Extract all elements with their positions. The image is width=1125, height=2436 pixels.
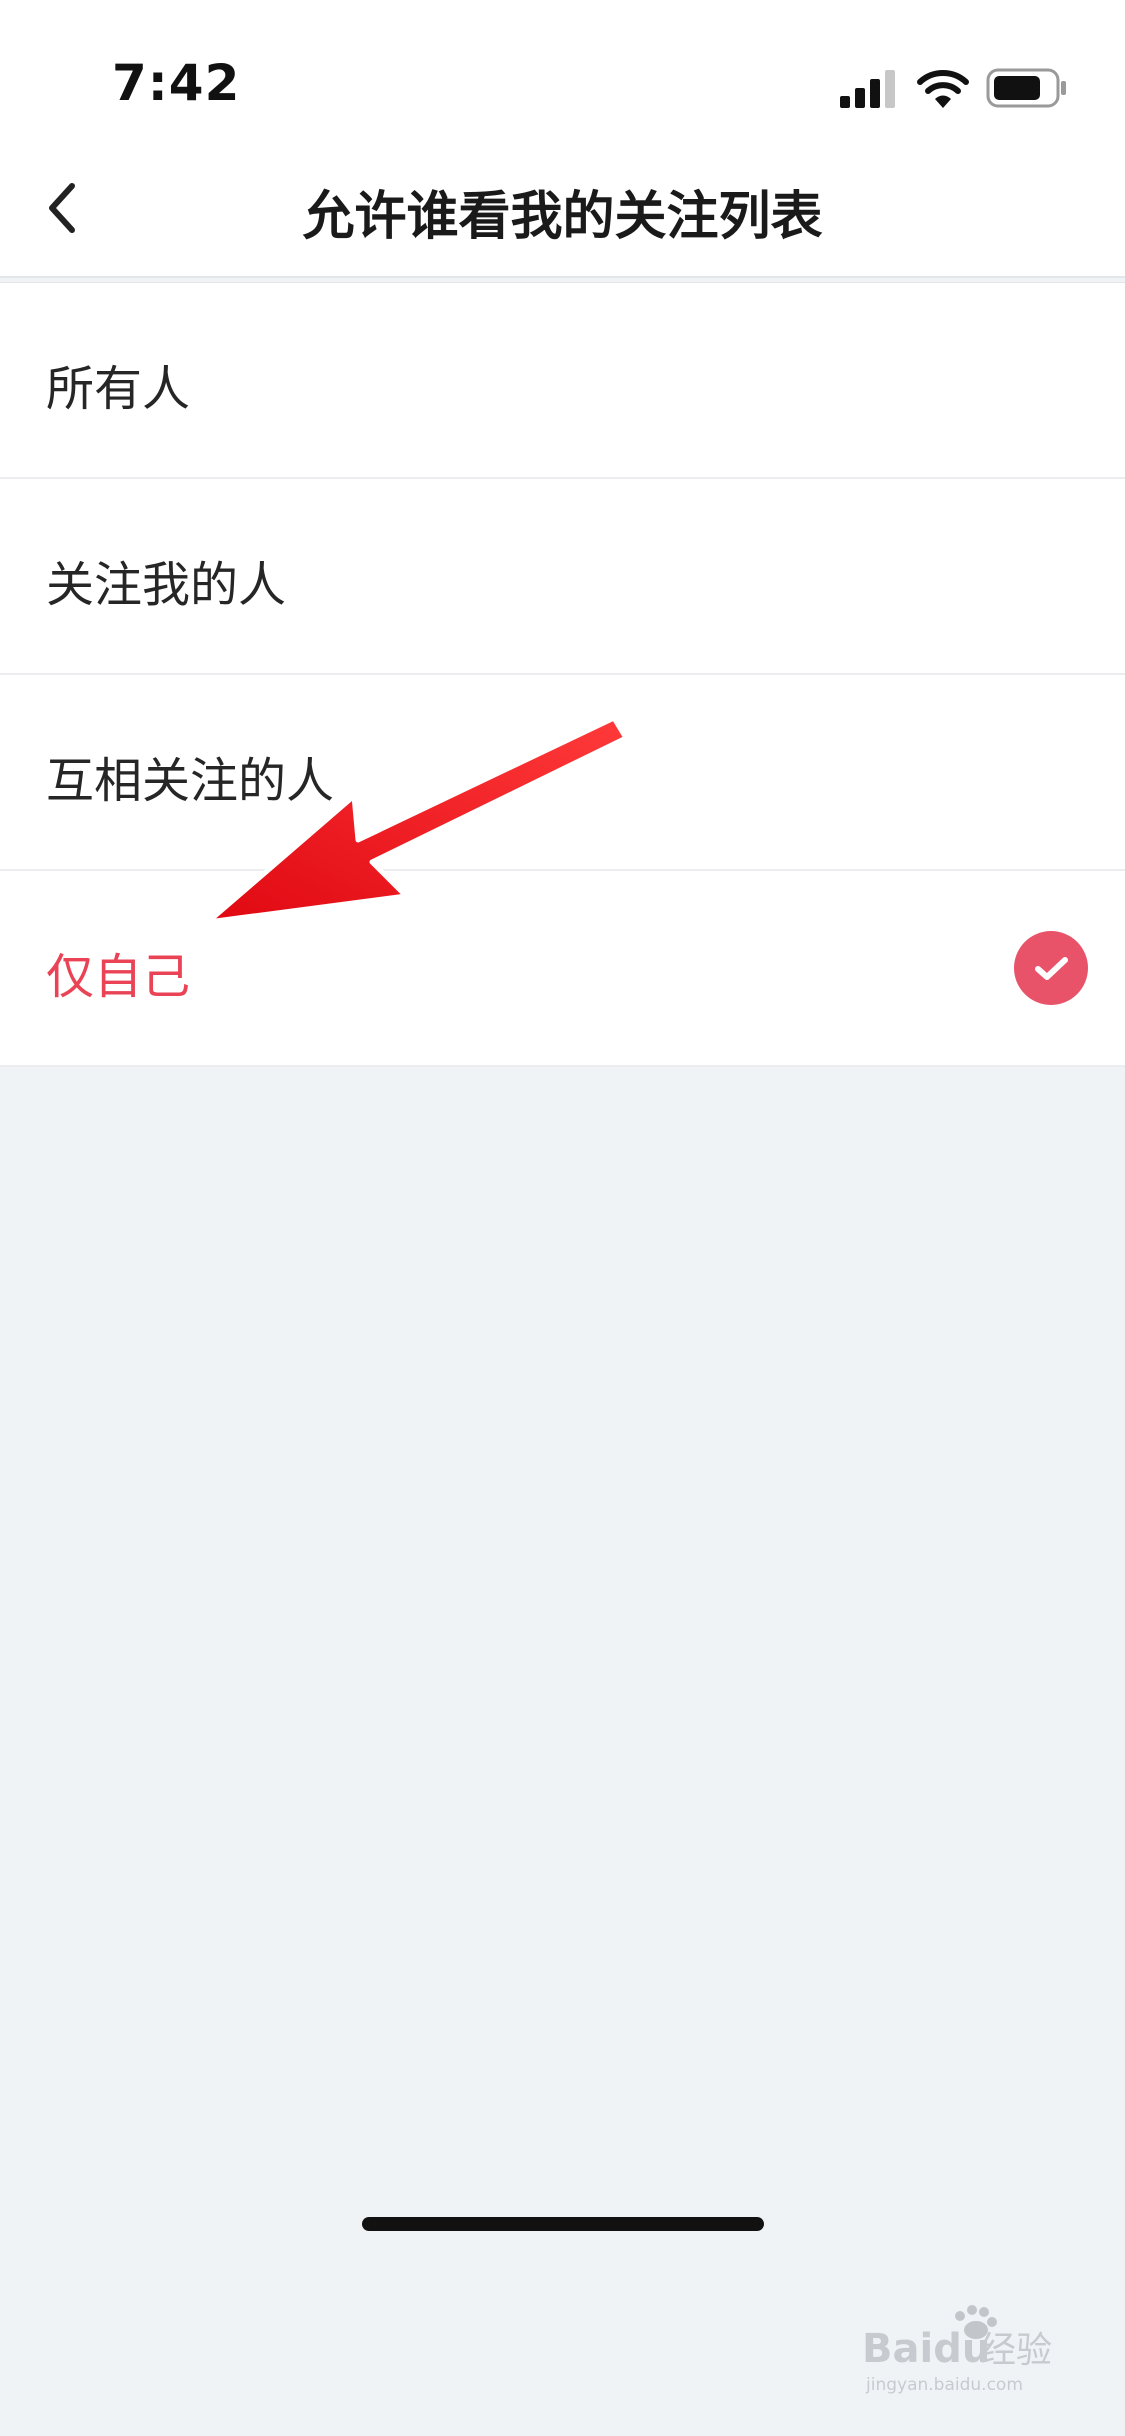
signal-icon xyxy=(840,70,895,108)
status-time: 7:42 xyxy=(112,54,241,112)
svg-text:经验: 经验 xyxy=(980,2330,1052,2371)
options-list: 所有人 关注我的人 互相关注的人 仅自己 xyxy=(0,282,1125,1067)
option-only-me[interactable]: 仅自己 xyxy=(0,871,1125,1067)
wifi-icon xyxy=(917,70,969,108)
option-mutual-follows[interactable]: 互相关注的人 xyxy=(0,675,1125,871)
home-indicator xyxy=(362,2217,764,2231)
page-title: 允许谁看我的关注列表 xyxy=(302,187,823,247)
option-label: 互相关注的人 xyxy=(46,753,335,809)
option-label: 仅自己 xyxy=(46,949,191,1005)
battery-icon xyxy=(986,68,1066,108)
nav-bar: 允许谁看我的关注列表 xyxy=(0,140,1125,278)
option-followers[interactable]: 关注我的人 xyxy=(0,479,1125,675)
status-bar: 7:42 xyxy=(0,0,1125,140)
option-label: 所有人 xyxy=(46,361,191,417)
option-label: 关注我的人 xyxy=(46,557,287,613)
svg-text:jingyan.baidu.com: jingyan.baidu.com xyxy=(865,2375,1023,2395)
checkmark-icon xyxy=(1014,931,1088,1005)
baidu-watermark-icon: Baidu 经验 jingyan.baidu.com xyxy=(862,2305,1052,2395)
option-everyone[interactable]: 所有人 xyxy=(0,283,1125,479)
svg-text:Baidu: Baidu xyxy=(862,2326,990,2372)
